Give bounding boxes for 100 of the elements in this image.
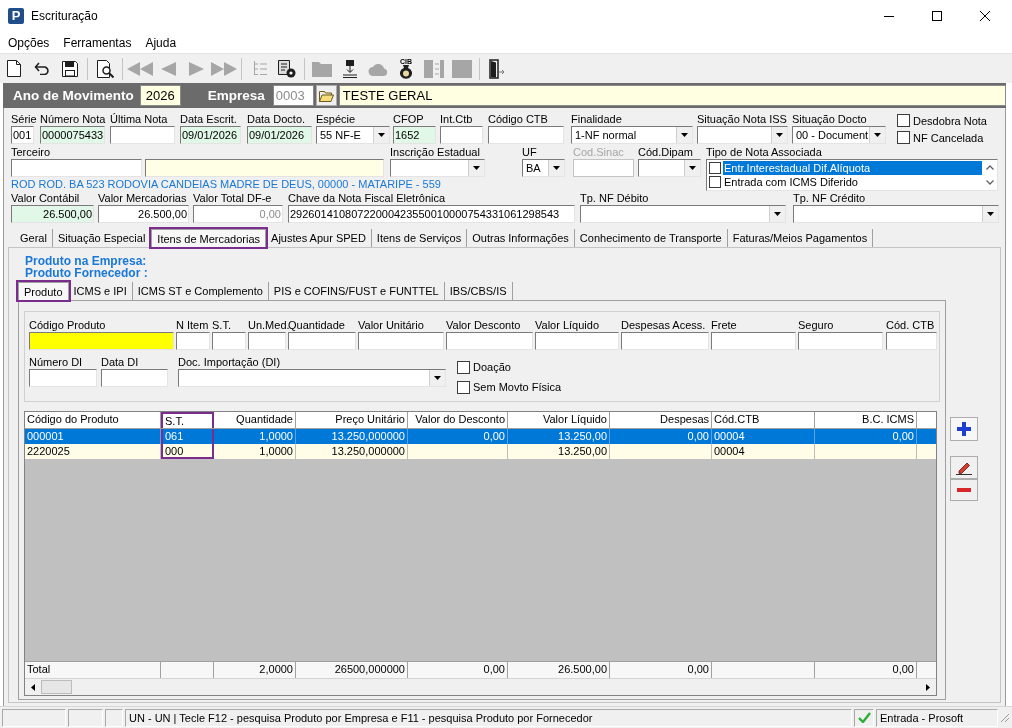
table-row[interactable]: 2220025 000 1,0000 13.250,000000 13.250,00 00004 [25,444,936,459]
field-label: UF [522,145,537,159]
dropdown-field[interactable] [390,159,485,177]
text-field[interactable] [29,369,97,387]
scroll-up-icon[interactable] [985,165,994,170]
table-cell: 1,0000 [214,444,296,459]
caret-icon[interactable] [548,160,564,176]
checkbox[interactable] [457,380,470,394]
status-panel [105,708,123,727]
field-label: Série [11,112,37,126]
text-field[interactable]: 26.500,00 [11,205,94,223]
money-bag-icon[interactable] [398,65,414,79]
caret-icon[interactable] [429,370,445,386]
text-field[interactable] [110,126,175,144]
status-message: UN - UN | Tecle F12 - pesquisa Produto por Empresa e F11 - pesquisa Produto por Fornecedor [125,708,852,727]
horizontal-scrollbar[interactable] [25,678,936,695]
caret-icon[interactable] [769,206,785,222]
field-label: Quantidade [288,318,345,332]
menu-item[interactable]: Ferramentas [56,34,139,51]
tab[interactable]: Itens de Mercadorias [151,229,267,247]
undo-icon[interactable] [33,62,51,75]
dropdown-field[interactable] [793,205,999,223]
caret-icon[interactable] [869,127,885,143]
tab[interactable]: Produto [18,282,69,300]
text-field[interactable] [488,126,564,144]
text-field[interactable]: 1652 [393,126,436,144]
menu-item[interactable]: Ajuda [138,34,184,51]
edit-button[interactable] [950,456,978,479]
text-field[interactable] [535,332,619,350]
checkbox[interactable] [709,162,721,174]
text-field[interactable]: 001 [11,126,34,144]
dropdown-field[interactable] [178,369,446,387]
menu-item[interactable]: Opções [1,34,57,51]
table-cell: 000 [161,444,214,459]
text-field[interactable] [212,332,246,350]
text-field[interactable]: 0,00 [193,205,283,223]
remove-button[interactable] [950,479,978,501]
field-label: Chave da Nota Fiscal Eletrônica [288,191,446,205]
dropdown-field[interactable]: 55 NF-E [316,126,390,144]
checkbox[interactable] [897,114,910,127]
text-field[interactable] [248,332,286,350]
plus-icon [957,422,971,436]
text-field[interactable] [101,369,168,387]
caret-icon[interactable] [676,127,692,143]
company-code-field[interactable]: 0003 [272,85,314,106]
print-preview-icon[interactable] [96,59,114,78]
caret-icon[interactable] [684,160,700,176]
text-field[interactable]: 09/01/2026 [247,126,312,144]
checkbox[interactable] [897,131,910,144]
text-field[interactable] [288,332,356,350]
door-icon[interactable] [489,58,505,79]
company-name-field[interactable]: TESTE GERAL [338,85,1006,106]
column-header: Preço Unitário [296,412,408,428]
checkbox[interactable] [709,176,721,188]
text-field[interactable]: 29260141080722000423550010000754331061298543 [288,205,575,223]
resize-grip-icon[interactable] [1000,712,1010,723]
dropdown-field[interactable]: BA [522,159,565,177]
text-field[interactable] [798,332,883,350]
dropdown-field[interactable] [580,205,786,223]
dropdown-field[interactable]: 00 - Document [792,126,886,144]
dropdown-field[interactable]: 1-NF normal [571,126,693,144]
caret-icon[interactable] [468,160,484,176]
download-icon[interactable] [343,59,357,78]
document-gear-icon[interactable] [278,59,296,78]
caret-icon[interactable] [771,127,787,143]
text-field[interactable] [176,332,210,350]
column-header: Código do Produto [25,412,161,428]
save-icon[interactable] [62,60,78,77]
field-label: Valor Líquido [535,318,599,332]
scroll-down-icon[interactable] [985,180,994,185]
text-field[interactable] [11,159,142,177]
field-label: Última Nota [110,112,168,126]
maximize-icon[interactable] [932,11,942,21]
list-item[interactable]: Entrada com ICMS Diferido [723,175,982,189]
text-field[interactable] [440,126,483,144]
year-field[interactable]: 2026 [139,85,181,106]
checkbox[interactable] [457,360,470,374]
text-field[interactable]: 09/01/2026 [180,126,241,144]
text-field[interactable] [145,159,384,177]
dropdown-field[interactable] [638,159,701,177]
minimize-icon[interactable] [884,15,894,17]
field-label: Data DI [101,355,139,369]
text-field[interactable]: 0000075433 [40,126,105,144]
dropdown-field[interactable] [697,126,788,144]
add-button[interactable] [950,417,978,441]
text-field[interactable] [29,332,174,350]
text-field[interactable] [886,332,937,350]
table-row[interactable]: 000001 061 1,0000 13.250,000000 0,00 13.250,00 0,00 00004 0,00 [25,429,936,444]
caret-icon[interactable] [982,206,998,222]
text-field[interactable] [446,332,533,350]
text-field[interactable] [711,332,796,350]
scrollbar-thumb[interactable] [41,680,72,694]
text-field[interactable] [358,332,444,350]
close-icon[interactable] [980,11,990,21]
caret-icon[interactable] [373,127,389,143]
document-icon[interactable] [7,60,21,77]
folder-button[interactable] [315,85,337,106]
list-item[interactable]: Entr.Interestadual Dif.Alíquota [723,161,982,175]
text-field[interactable]: 26.500,00 [98,205,189,223]
text-field[interactable] [621,332,709,350]
